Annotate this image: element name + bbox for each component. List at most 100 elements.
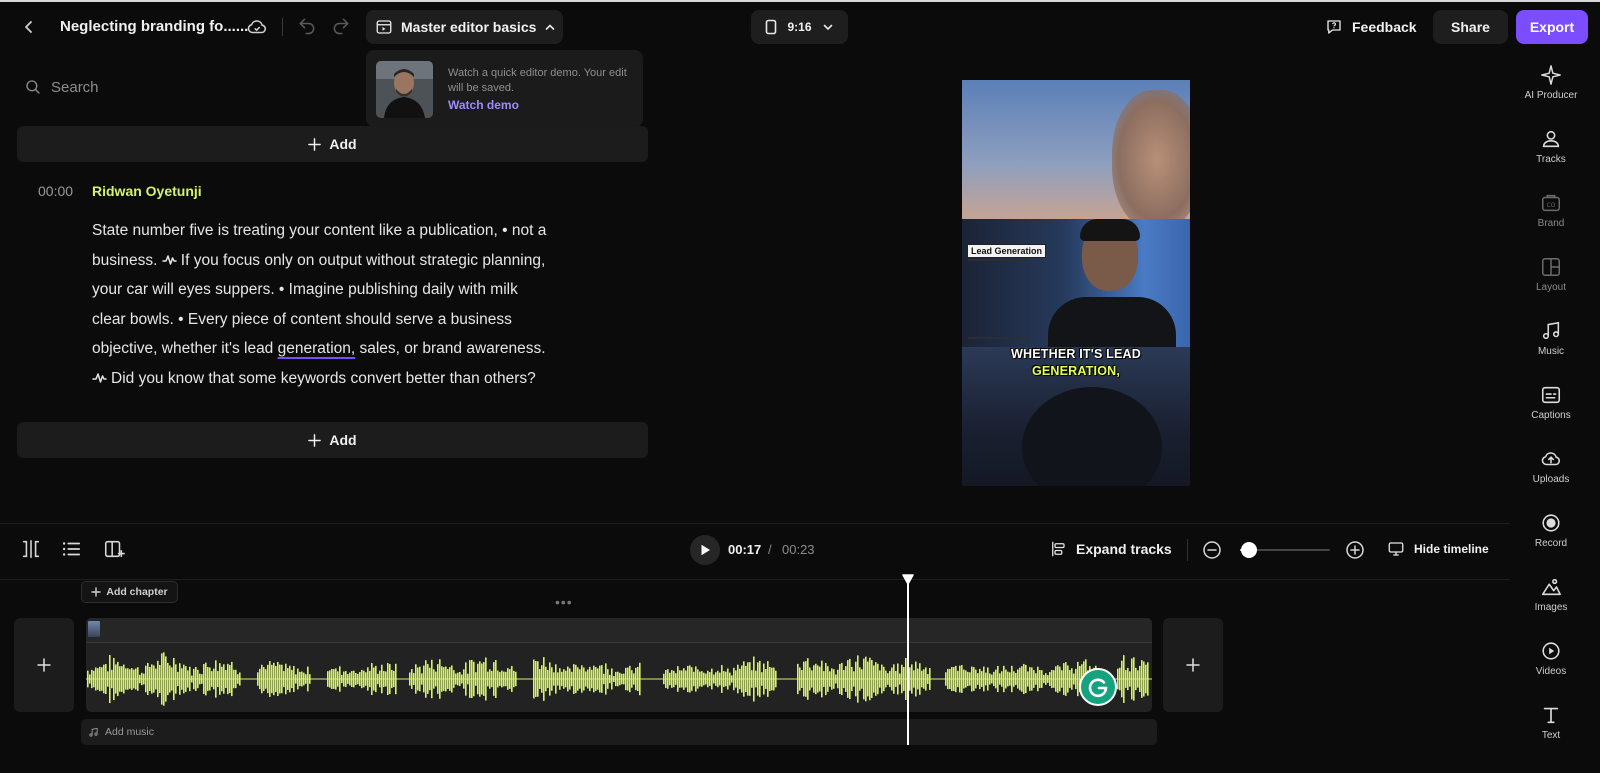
feedback-button[interactable]: Feedback xyxy=(1325,10,1417,44)
transcript-line[interactable]: clear bowls. • Every piece of content sh… xyxy=(92,305,597,335)
undo-icon xyxy=(299,18,315,35)
sidebar-label: Uploads xyxy=(1532,474,1570,485)
play-button[interactable] xyxy=(690,535,720,565)
sidebar-label: AI Producer xyxy=(1524,90,1578,101)
zoom-out-icon xyxy=(1203,541,1221,559)
list-view-button[interactable] xyxy=(60,538,82,560)
phone-portrait-icon xyxy=(766,19,777,35)
caption-line-2[interactable]: GENERATION, xyxy=(962,364,1190,378)
sidebar-item-ai-producer[interactable]: AI Producer xyxy=(1510,64,1592,124)
back-button[interactable] xyxy=(12,10,46,44)
sidebar-item-music[interactable]: Music xyxy=(1510,320,1592,380)
video-audio-track[interactable] xyxy=(86,618,1152,712)
playhead-handle[interactable] xyxy=(901,574,915,586)
add-music-track[interactable]: Add music xyxy=(81,719,1157,745)
plus-icon xyxy=(37,658,51,672)
zoom-in-button[interactable] xyxy=(1345,540,1365,560)
plus-icon xyxy=(308,433,322,447)
project-title[interactable]: Neglecting branding fo...... xyxy=(60,18,248,35)
demo-popup: Watch a quick editor demo. Your edit wil… xyxy=(366,50,643,127)
total-duration: 00:23 xyxy=(782,542,815,557)
export-button[interactable]: Export xyxy=(1516,10,1588,44)
add-clip-before-button[interactable] xyxy=(14,618,74,712)
grammarly-widget[interactable] xyxy=(1079,668,1117,706)
hide-timeline-label: Hide timeline xyxy=(1414,542,1489,556)
transcript-line[interactable]: Did you know that some keywords convert … xyxy=(92,364,597,394)
sidebar-label: Images xyxy=(1534,602,1568,613)
expand-tracks-label: Expand tracks xyxy=(1076,541,1172,557)
sidebar-label: Brand xyxy=(1537,218,1565,229)
sidebar-item-captions[interactable]: Captions xyxy=(1510,384,1592,444)
chevron-down-icon xyxy=(823,24,832,31)
transcript-line-start: objective, whether it's lead xyxy=(92,340,278,357)
layout-icon xyxy=(1542,258,1560,276)
add-clip-after-button[interactable] xyxy=(1163,618,1223,712)
aspect-ratio-dropdown[interactable]: 9:16 xyxy=(751,10,848,44)
split-clip-button[interactable] xyxy=(20,538,42,560)
zoom-slider-handle[interactable] xyxy=(1241,542,1257,558)
sidebar-item-videos[interactable]: Videos xyxy=(1510,640,1592,700)
hide-timeline-button[interactable]: Hide timeline xyxy=(1387,538,1489,560)
highlighted-word[interactable]: generation, xyxy=(278,340,356,357)
add-music-label: Add music xyxy=(105,726,155,738)
music-note-icon xyxy=(1542,321,1560,340)
svg-text:CO: CO xyxy=(1547,202,1556,209)
sidebar-item-images[interactable]: Images xyxy=(1510,576,1592,636)
play-icon xyxy=(701,544,710,556)
captions-icon xyxy=(1541,386,1561,404)
pause-wave-icon[interactable] xyxy=(162,254,177,266)
add-scene-button-bottom[interactable]: Add xyxy=(17,422,648,458)
plus-icon xyxy=(308,137,322,151)
undo-button[interactable] xyxy=(295,14,319,38)
add-scene-button-top[interactable]: Add xyxy=(17,126,648,162)
transcript-search[interactable]: Search xyxy=(24,78,99,96)
timeline-divider xyxy=(0,523,1510,524)
plus-icon xyxy=(91,587,102,597)
chevron-up-icon xyxy=(546,24,555,30)
add-chapter-button[interactable]: Add chapter xyxy=(81,581,178,603)
master-editor-basics-button[interactable]: Master editor basics xyxy=(366,10,563,44)
timeline-divider xyxy=(0,579,1510,580)
image-icon xyxy=(1541,578,1561,596)
lead-generation-overlay[interactable]: Lead Generation xyxy=(967,244,1047,258)
grammarly-icon xyxy=(1088,678,1108,698)
transcript-line[interactable]: business. If you focus only on output wi… xyxy=(92,246,597,276)
feedback-icon xyxy=(1327,20,1341,34)
transcript-text[interactable]: State number five is treating your conte… xyxy=(92,216,597,393)
demo-video-thumbnail[interactable] xyxy=(376,61,433,118)
more-options-icon[interactable]: ••• xyxy=(555,594,573,610)
sidebar-label: Text xyxy=(1541,730,1561,741)
transcript-line[interactable]: objective, whether it's lead generation,… xyxy=(92,334,597,364)
sidebar-item-brand[interactable]: CO Brand xyxy=(1510,192,1592,252)
current-time: 00:17 xyxy=(728,542,762,557)
sidebar-item-record[interactable]: Record xyxy=(1510,512,1592,572)
sidebar-label: Videos xyxy=(1535,666,1567,677)
speaker-name[interactable]: Ridwan Oyetunji xyxy=(92,183,202,199)
top-bar: Neglecting branding fo...... Master edit… xyxy=(0,2,1600,50)
sidebar-item-text[interactable]: Text xyxy=(1510,704,1592,764)
share-button[interactable]: Share xyxy=(1433,10,1508,44)
pause-wave-icon[interactable] xyxy=(92,372,107,384)
add-layout-button[interactable] xyxy=(103,538,125,560)
layout-add-icon xyxy=(104,540,125,558)
transcript-line-rest: If you focus only on output without stra… xyxy=(180,251,546,269)
transcript-line[interactable]: State number five is treating your conte… xyxy=(92,216,597,246)
caption-line-1[interactable]: WHETHER IT'S LEAD xyxy=(962,347,1190,361)
video-preview[interactable]: Lead Generation WHETHER IT'S LEAD GENERA… xyxy=(962,80,1190,486)
cloud-sync-icon[interactable] xyxy=(244,14,270,40)
redo-button[interactable] xyxy=(329,14,353,38)
transcript-line[interactable]: your car will eyes suppers. • Imagine pu… xyxy=(92,275,597,305)
upload-cloud-icon xyxy=(1541,452,1561,466)
playhead-line[interactable] xyxy=(907,582,909,745)
split-icon xyxy=(22,539,40,559)
sidebar-item-tracks[interactable]: Tracks xyxy=(1510,128,1592,188)
monitor-icon xyxy=(1388,542,1404,556)
time-separator: / xyxy=(768,542,772,557)
zoom-out-button[interactable] xyxy=(1202,540,1222,560)
sidebar-item-uploads[interactable]: Uploads xyxy=(1510,448,1592,508)
sidebar-item-layout[interactable]: Layout xyxy=(1510,256,1592,316)
segment-timestamp[interactable]: 00:00 xyxy=(38,183,73,199)
watch-demo-link[interactable]: Watch demo xyxy=(448,98,519,112)
expand-tracks-button[interactable]: Expand tracks xyxy=(1049,538,1172,560)
search-placeholder: Search xyxy=(51,78,99,96)
